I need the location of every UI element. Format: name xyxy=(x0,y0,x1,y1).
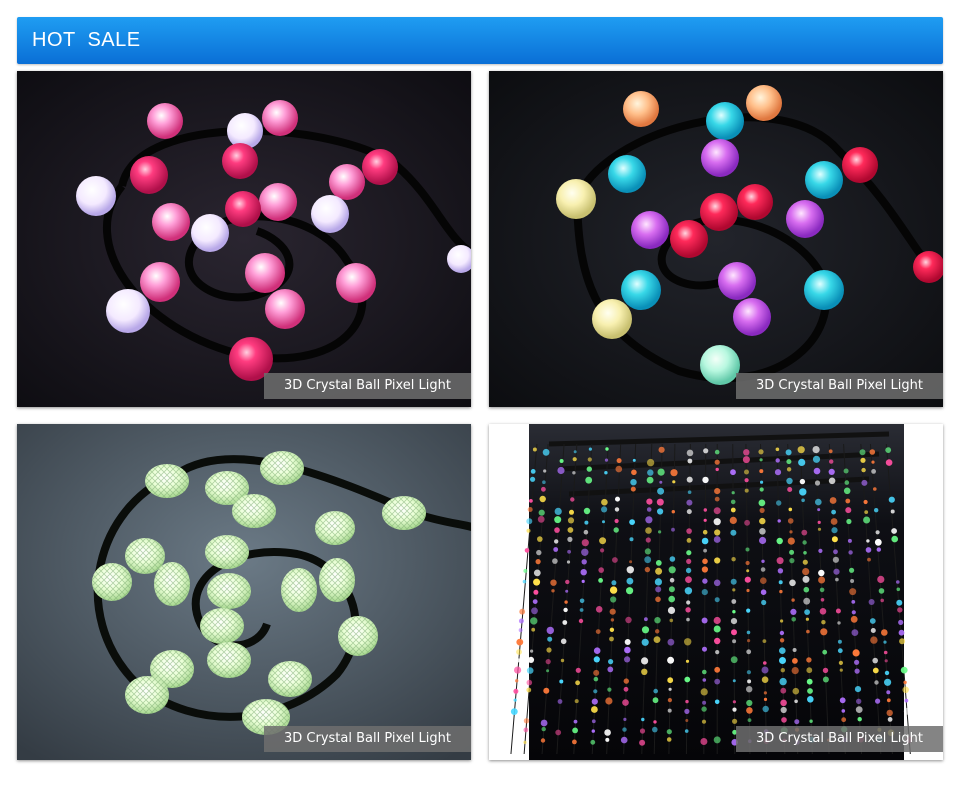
product-caption-4: 3D Crystal Ball Pixel Light xyxy=(736,726,943,752)
product-card-1[interactable]: 3D Crystal Ball Pixel Light xyxy=(17,71,471,407)
product-card-2[interactable]: 3D Crystal Ball Pixel Light xyxy=(489,71,943,407)
product-caption-2: 3D Crystal Ball Pixel Light xyxy=(736,373,943,399)
product-card-3[interactable]: 3D Crystal Ball Pixel Light xyxy=(17,424,471,760)
product-image-3 xyxy=(17,424,471,760)
product-image-1 xyxy=(17,71,471,407)
product-card-4[interactable]: 3D Crystal Ball Pixel Light xyxy=(489,424,943,760)
product-caption-3: 3D Crystal Ball Pixel Light xyxy=(264,726,471,752)
product-image-2 xyxy=(489,71,943,407)
product-image-4 xyxy=(489,424,943,760)
section-title: HOT SALE xyxy=(32,29,141,51)
hot-sale-banner: HOT SALE xyxy=(17,17,943,64)
product-caption-1: 3D Crystal Ball Pixel Light xyxy=(264,373,471,399)
